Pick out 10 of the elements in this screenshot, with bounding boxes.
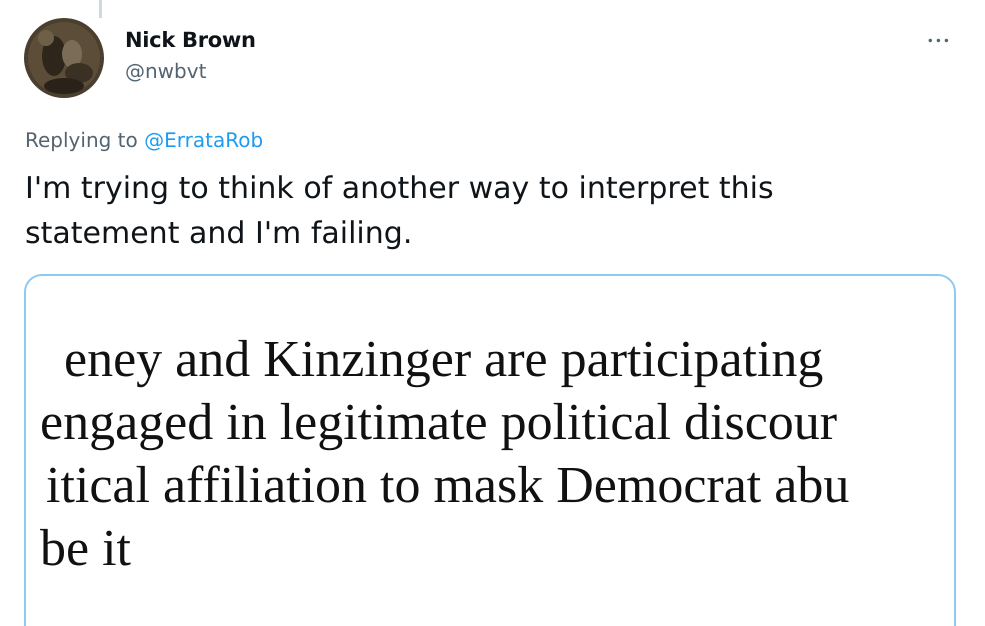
document-line: itical affiliation to mask Democrat abu	[45, 456, 850, 516]
document-line: be it	[39, 519, 132, 579]
document-line: eney and Kinzinger are participating	[63, 330, 824, 390]
author-name[interactable]: Nick Brown	[125, 28, 925, 52]
more-menu-button[interactable]: •••	[924, 32, 953, 50]
attached-image[interactable]: eney and Kinzinger are participating engaged in legitimate political discour itical affiliation to mask Democrat abu be it	[24, 274, 956, 626]
tweet-text: I'm trying to think of another way to interpret this statement and I'm failing.	[25, 170, 775, 253]
document-line: engaged in legitimate political discour	[39, 393, 838, 453]
author-handle[interactable]: @nwbvt	[125, 59, 925, 83]
reply-context: Replying to @ErrataRob	[25, 128, 264, 152]
